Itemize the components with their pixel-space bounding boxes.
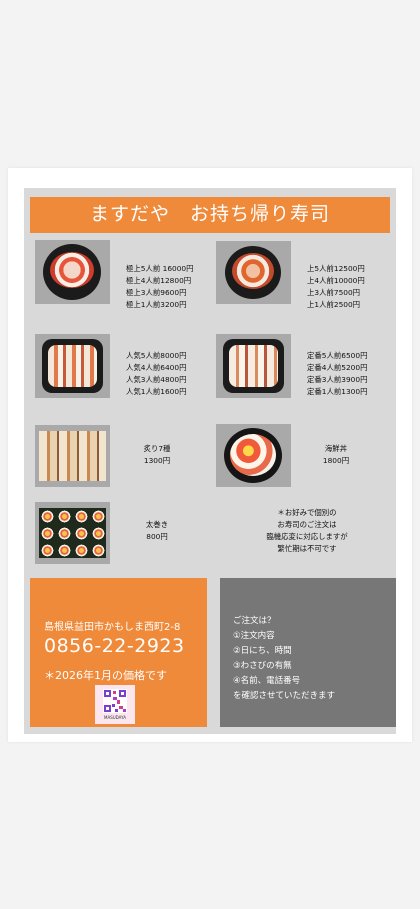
price-list-teiban: 定番5人前6500円 定番4人前5200円 定番3人前3900円 定番1人前13… (307, 350, 367, 398)
sushi-platter-image (42, 339, 103, 393)
sushi-platter-image (223, 339, 284, 393)
kaisendon-bowl-image (224, 428, 282, 483)
price-line: 極上1人前3200円 (126, 300, 187, 309)
price-kaisendon: 海鮮丼 1800円 (319, 443, 353, 467)
phone-number: 0856-22-2923 (44, 635, 185, 657)
price-list-jo: 上5人前12500円 上4人前10000円 上3人前7500円 上1人前2500… (307, 263, 365, 311)
sushi-topping-image (48, 345, 97, 387)
photo-kaisendon (216, 424, 291, 487)
photo-teiban-sushi (216, 334, 291, 398)
photo-aburi-sushi (35, 425, 110, 487)
qr-code[interactable]: MASUDAYA (95, 685, 135, 724)
note-line: 繁忙期は不可です (277, 544, 337, 553)
price-line: 人気4人前6400円 (126, 363, 187, 372)
flyer-title-banner: ますだや お持ち帰り寿司 (30, 197, 390, 233)
kaisendon-topping-image (230, 434, 276, 476)
price-line: 定番4人前5200円 (307, 363, 368, 372)
custom-order-note: ＊お好みで個別の お寿司のご注文は 臨機応変に対応しますが 繁忙期は不可です (252, 507, 362, 555)
price-futomaki: 太巻き 800円 (140, 519, 174, 543)
price-list-ninki: 人気5人前8000円 人気4人前6400円 人気3人前4800円 人気1人前16… (126, 350, 186, 398)
note-line: 臨機応変に対応しますが (266, 532, 348, 541)
order-step: ①注文内容 (233, 631, 275, 641)
price-line: 定番3人前3900円 (307, 375, 368, 384)
order-step: ④名前、電話番号 (233, 676, 301, 686)
price-line: 人気3人前4800円 (126, 375, 187, 384)
price-line: 人気1人前1600円 (126, 387, 187, 396)
sushi-platter-image (43, 244, 101, 300)
price-line: 定番5人前6500円 (307, 351, 368, 360)
price-aburi: 炙り7種 1300円 (140, 443, 174, 467)
price-date-note: ＊2026年1月の価格です (44, 669, 167, 682)
sushi-topping-image (229, 345, 278, 387)
order-step: ③わさびの有無 (233, 661, 292, 671)
order-closing: を確認させていただきます (233, 691, 336, 701)
photo-gokujo-sushi (35, 240, 110, 304)
sushi-platter-image (225, 246, 281, 299)
price-line: 極上5人前 16000円 (126, 264, 194, 273)
price-line: 上3人前7500円 (307, 288, 361, 297)
item-name: 海鮮丼 (324, 444, 348, 453)
note-line: ＊お好みで個別の (277, 508, 337, 517)
order-instructions-box: ご注文は？ ①注文内容 ②日にち、時間 ③わさびの有無 ④名前、電話番号 を確認… (220, 578, 396, 727)
photo-jo-sushi (216, 241, 291, 304)
item-price: 1800円 (322, 456, 350, 465)
price-line: 上5人前12500円 (307, 264, 365, 273)
price-line: 極上4人前12800円 (126, 276, 192, 285)
item-price: 800円 (146, 532, 168, 541)
sushi-topping-image (232, 253, 274, 289)
item-name: 炙り7種 (143, 444, 171, 453)
item-name: 太巻き (145, 520, 169, 529)
price-line: 上1人前2500円 (307, 300, 361, 309)
shop-address: 島根県益田市かもしま西町2-8 (44, 622, 181, 633)
price-line: 定番1人前1300円 (307, 387, 368, 396)
qr-caption: MASUDAYA (104, 715, 126, 720)
sushi-topping-image (50, 252, 94, 288)
price-line: 上4人前10000円 (307, 276, 365, 285)
price-line: 極上3人前9600円 (126, 288, 187, 297)
sushi-tray-image (39, 431, 106, 481)
note-line: お寿司のご注文は (277, 520, 337, 529)
futomaki-image (39, 508, 106, 558)
price-list-gokujo: 極上5人前 16000円 極上4人前12800円 極上3人前9600円 極上1人… (126, 263, 194, 311)
order-heading: ご注文は？ (233, 616, 276, 626)
photo-futomaki (35, 502, 110, 564)
photo-ninki-sushi (35, 334, 110, 398)
order-step: ②日にち、時間 (233, 646, 292, 656)
price-line: 人気5人前8000円 (126, 351, 187, 360)
item-price: 1300円 (143, 456, 171, 465)
